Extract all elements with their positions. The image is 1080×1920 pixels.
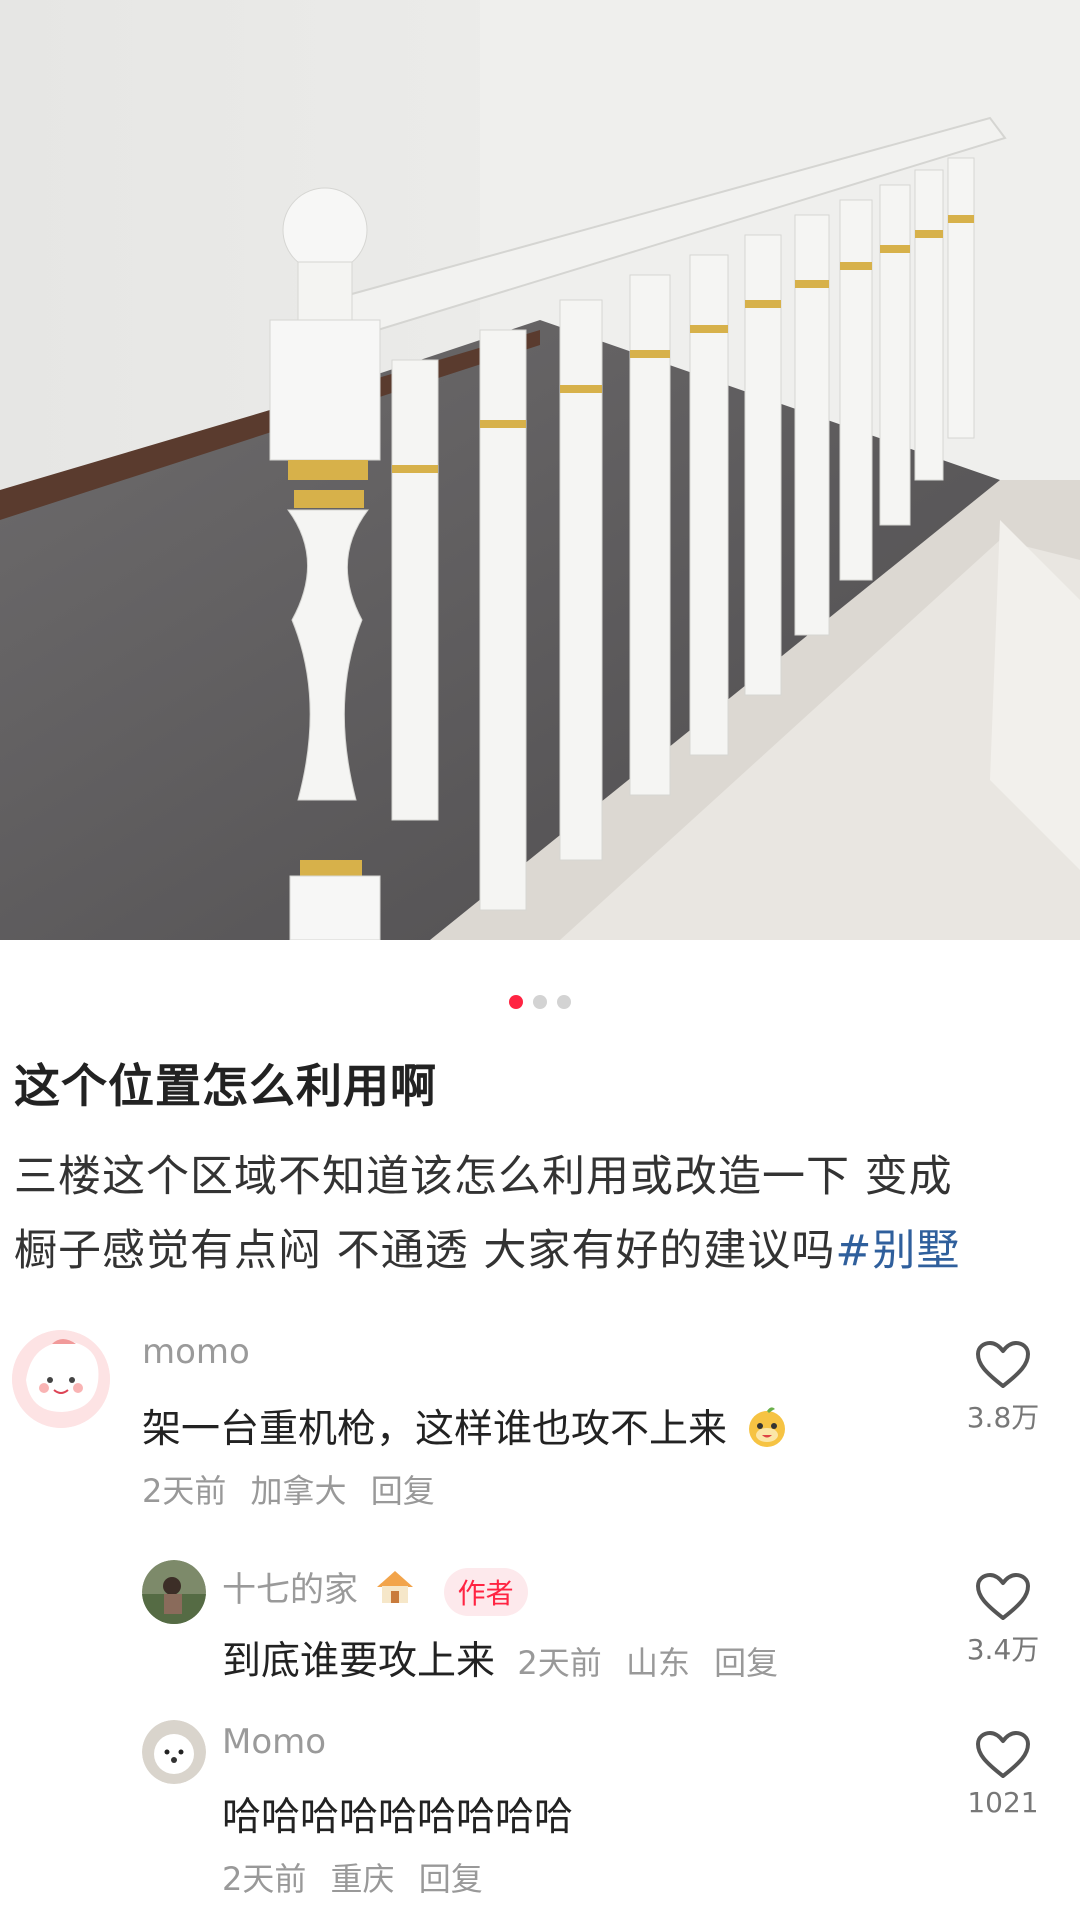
reply-location: 山东 [625,1644,690,1682]
reply-row: 到底谁要攻上来 2天前 山东 回复 [222,1630,792,1686]
reply-button[interactable]: 回复 [371,1472,435,1510]
like-count: 1021 [967,1786,1039,1819]
carousel-dot [533,995,547,1009]
post-photo[interactable] [0,0,1080,940]
reply-time: 2天前 [517,1644,602,1682]
post-description: 三楼这个区域不知道该怎么利用或改造一下 变成 橱子感觉有点闷 不通透 大家有好的… [14,1140,1064,1288]
comment-meta: 2天前 加拿大 回复 [142,1466,449,1512]
reply-meta: 2天前 重庆 回复 [222,1854,497,1900]
like-button[interactable]: 3.4万 [958,1572,1048,1668]
carousel-dot [557,995,571,1009]
post-desc-line-2: 橱子感觉有点闷 不通透 大家有好的建议吗#别墅 [14,1214,1064,1288]
like-count: 3.4万 [966,1633,1040,1666]
heart-icon [976,1573,1030,1620]
carousel-dot-active [509,995,523,1009]
like-button[interactable]: 3.8万 [958,1340,1048,1436]
comment-location: 加拿大 [250,1472,347,1510]
reply-username-row: 十七的家 作者 [222,1562,528,1616]
avatar[interactable] [142,1560,206,1624]
author-badge: 作者 [443,1567,528,1616]
house-emoji-icon [375,1569,415,1614]
smile-emoji-icon [745,1405,789,1459]
hashtag-link[interactable]: #别墅 [835,1226,960,1276]
like-button[interactable]: 1021 [958,1730,1048,1819]
reply-button[interactable]: 回复 [714,1644,778,1682]
post-title: 这个位置怎么利用啊 [14,1059,437,1113]
reply-text: 哈哈哈哈哈哈哈哈哈 [222,1795,574,1840]
avatar[interactable] [12,1330,110,1428]
reply-username[interactable]: 十七的家 [222,1570,358,1610]
reply-username[interactable]: Momo [222,1722,326,1762]
reply-button[interactable]: 回复 [419,1860,483,1898]
post-desc-line-1: 三楼这个区域不知道该怎么利用或改造一下 变成 [14,1152,953,1202]
post-desc-text: 橱子感觉有点闷 不通透 大家有好的建议吗 [14,1226,836,1276]
carousel-indicator [0,995,1080,1009]
reply-meta: 2天前 山东 回复 [517,1644,792,1682]
heart-icon [976,1341,1030,1388]
heart-icon [976,1731,1030,1778]
like-count: 3.8万 [966,1401,1040,1434]
comment-text: 架一台重机枪，这样谁也攻不上来 [142,1398,789,1459]
reply-time: 2天前 [222,1860,307,1898]
comment-time: 2天前 [142,1472,227,1510]
reply-location: 重庆 [330,1860,395,1898]
comment-text-content: 架一台重机枪，这样谁也攻不上来 [142,1407,728,1452]
reply-text: 到底谁要攻上来 [222,1639,496,1684]
avatar[interactable] [142,1720,206,1784]
comment-username[interactable]: momo [142,1332,250,1372]
